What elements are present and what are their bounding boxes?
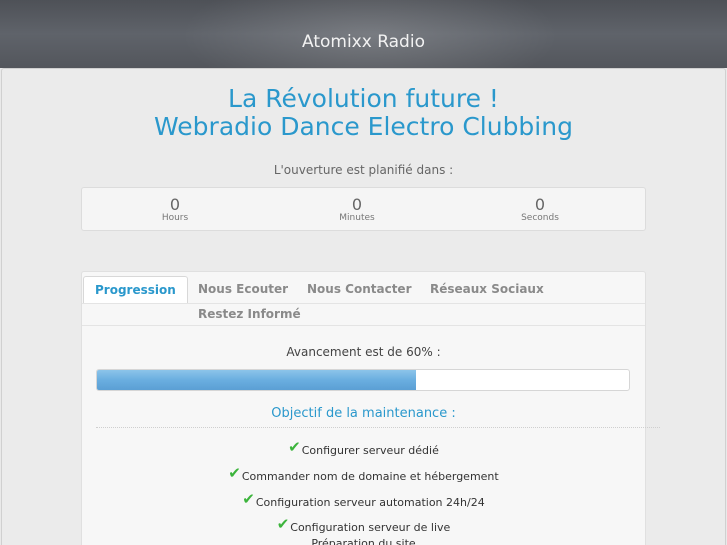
countdown-label: L'ouverture est planifié dans : <box>273 163 454 177</box>
countdown-seconds: 0 Seconds <box>480 196 600 224</box>
task-item: ✔Configurer serveur dédié <box>0 440 727 458</box>
task-item: ✔Configuration serveur de live <box>0 517 727 535</box>
countdown-seconds-value: 0 <box>534 195 546 214</box>
check-icon: ✔ <box>276 515 290 533</box>
tab-divider <box>82 303 645 304</box>
task-label: Configuration serveur de live <box>290 521 451 534</box>
tab-progression[interactable]: Progression <box>83 276 188 303</box>
task-label: Configuration serveur automation 24h/24 <box>255 496 485 509</box>
objectives-divider <box>96 427 660 428</box>
site-header: Atomixx Radio <box>0 0 727 68</box>
task-item: ✔Configuration serveur automation 24h/24 <box>0 492 727 510</box>
task-item: ✔Commander nom de domaine et hébergement <box>0 466 727 484</box>
tab-reseaux-sociaux[interactable]: Réseaux Sociaux <box>430 281 544 297</box>
countdown-hours-value: 0 <box>169 195 181 214</box>
tab-restez-informe[interactable]: Restez Informé <box>198 306 301 322</box>
check-icon: ✔ <box>228 464 241 482</box>
hero-headline: La Révolution future ! <box>228 84 499 113</box>
tab-nous-ecouter[interactable]: Nous Ecouter <box>198 281 288 297</box>
countdown-minutes: 0 Minutes <box>297 196 417 224</box>
countdown-minutes-value: 0 <box>351 195 363 214</box>
progress-bar-fill <box>97 370 417 390</box>
progress-label: Avancement est de 60% : <box>286 345 441 359</box>
hero-subheadline: Webradio Dance Electro Clubbing <box>154 112 573 141</box>
countdown-hours-unit: Hours <box>161 213 189 223</box>
site-title: Atomixx Radio <box>302 32 425 52</box>
objectives-title: Objectif de la maintenance : <box>271 406 456 421</box>
countdown-seconds-unit: Seconds <box>521 213 559 223</box>
task-item: Préparation du site <box>0 537 727 545</box>
tab-divider-second-row <box>82 325 645 326</box>
task-label: Configurer serveur dédié <box>301 444 439 457</box>
tab-nous-contacter[interactable]: Nous Contacter <box>307 281 411 297</box>
check-icon: ✔ <box>242 490 255 508</box>
progress-bar <box>96 369 630 391</box>
countdown-box: 0 Hours 0 Minutes 0 Seconds <box>81 187 646 231</box>
check-icon: ✔ <box>288 438 301 456</box>
task-label: Commander nom de domaine et hébergement <box>241 470 499 483</box>
countdown-minutes-unit: Minutes <box>339 213 375 223</box>
countdown-hours: 0 Hours <box>115 196 235 224</box>
task-label: Préparation du site <box>311 537 416 545</box>
